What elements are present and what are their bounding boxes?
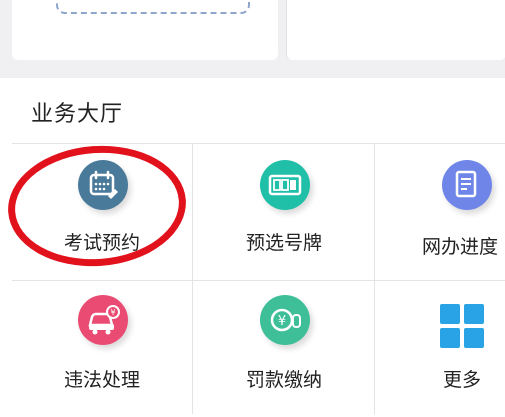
section-title: 业务大厅 (31, 102, 124, 127)
grid-more-icon (440, 304, 484, 348)
service-plate-preselect[interactable]: 预选号牌 (194, 144, 374, 280)
grid-divider-col1 (192, 143, 193, 414)
document-progress-icon (442, 160, 492, 210)
service-label: 预选号牌 (245, 232, 322, 254)
car-violation-icon: ¥ (78, 295, 128, 345)
service-label: 更多 (442, 369, 481, 391)
service-more[interactable]: 更多 (376, 281, 505, 417)
top-card-right[interactable] (286, 0, 505, 60)
service-violation-handling[interactable]: ¥ 违法处理 (12, 281, 192, 417)
svg-text:¥: ¥ (110, 308, 115, 317)
service-label: 违法处理 (63, 369, 140, 391)
service-label: 网办进度 (422, 236, 499, 258)
top-card-strip (0, 0, 505, 78)
svg-text:¥: ¥ (278, 314, 286, 329)
service-label: 罚款缴纳 (245, 369, 322, 391)
top-card-left[interactable] (12, 0, 278, 60)
dashed-placeholder (56, 0, 250, 14)
service-online-progress[interactable] (376, 144, 505, 280)
license-plate-icon (260, 160, 310, 210)
yuan-payment-icon: ¥ (260, 295, 310, 345)
service-fine-payment[interactable]: ¥ 罚款缴纳 (194, 281, 374, 417)
